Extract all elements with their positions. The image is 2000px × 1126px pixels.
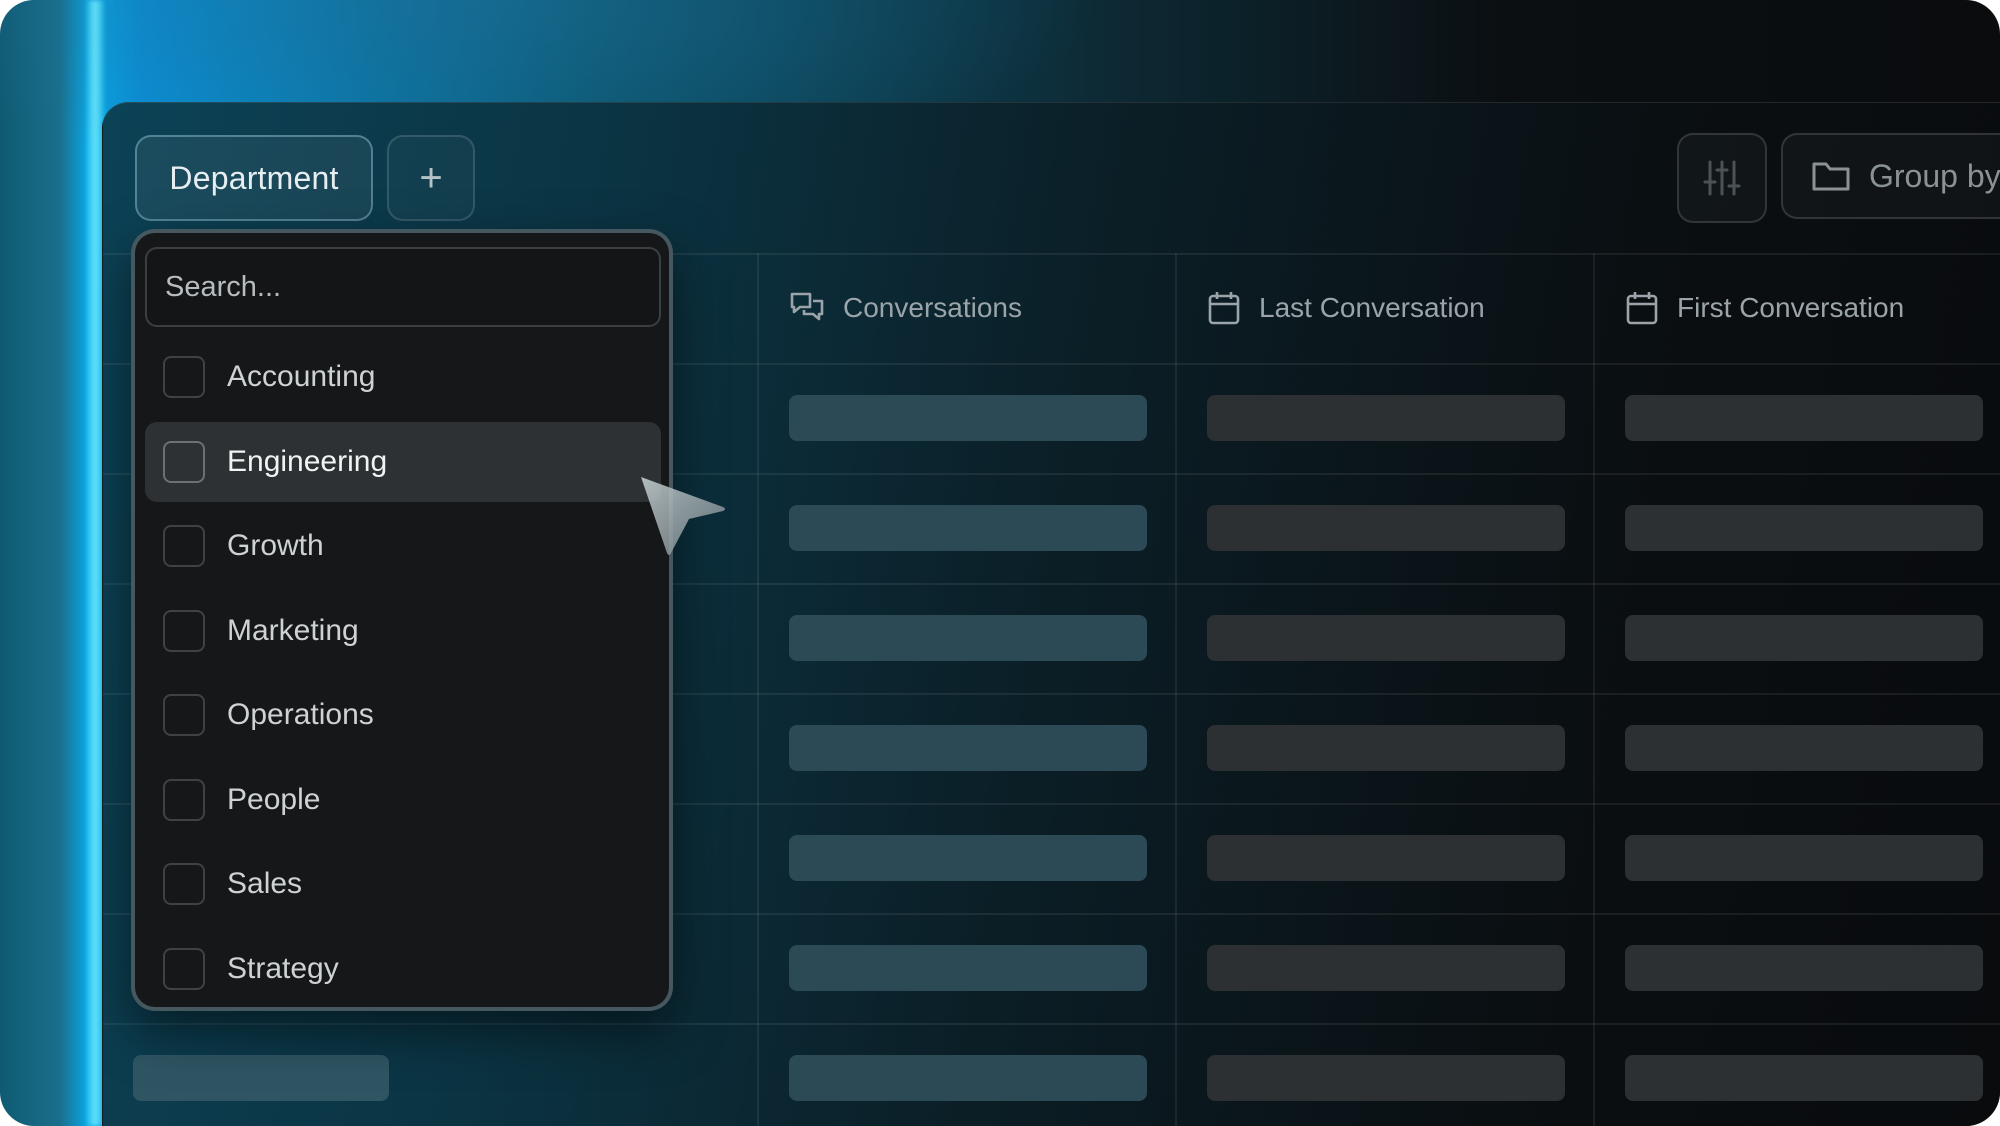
chat-bubbles-icon — [790, 292, 824, 321]
department-filter-label: Department — [169, 159, 339, 196]
department-dropdown: Accounting Engineering Growth Marketing Oper… — [131, 229, 673, 1011]
grid-line — [103, 1023, 2000, 1025]
department-filter-button[interactable]: Department — [135, 135, 373, 221]
option-marketing[interactable]: Marketing — [145, 591, 661, 671]
filter-settings-button[interactable] — [1677, 133, 1767, 223]
grid-line — [757, 253, 759, 1126]
option-operations[interactable]: Operations — [145, 675, 661, 755]
group-by-label: Group by — [1869, 157, 2000, 194]
skeleton-cell — [789, 945, 1147, 991]
option-sales[interactable]: Sales — [145, 844, 661, 924]
option-label: Engineering — [227, 444, 388, 478]
option-engineering[interactable]: Engineering — [145, 421, 661, 502]
skeleton-cell — [789, 395, 1147, 441]
add-filter-button[interactable]: + — [387, 135, 475, 221]
skeleton-cell — [789, 725, 1147, 771]
checkbox[interactable] — [163, 440, 205, 483]
column-header-conversations[interactable]: Conversations — [789, 253, 1022, 363]
checkbox[interactable] — [163, 609, 205, 652]
sliders-icon — [1703, 160, 1741, 196]
skeleton-cell — [1207, 505, 1565, 551]
option-accounting[interactable]: Accounting — [145, 337, 661, 417]
checkbox[interactable] — [163, 778, 205, 821]
app-window: Department + Group by Conversations Last… — [102, 102, 2000, 1126]
skeleton-cell — [1207, 615, 1565, 661]
skeleton-cell — [789, 615, 1147, 661]
folder-icon — [1812, 162, 1850, 191]
skeleton-cell — [1207, 1055, 1565, 1101]
skeleton-cell — [1625, 835, 1983, 881]
column-header-label: Conversations — [843, 292, 1022, 323]
skeleton-cell — [1625, 505, 1983, 551]
skeleton-cell — [1207, 725, 1565, 771]
checkbox[interactable] — [163, 947, 205, 990]
option-growth[interactable]: Growth — [145, 506, 661, 586]
option-label: Strategy — [227, 951, 339, 985]
skeleton-cell — [133, 1055, 389, 1101]
option-label: Marketing — [227, 613, 359, 647]
option-label: Accounting — [227, 360, 376, 393]
option-label: Operations — [227, 698, 374, 731]
skeleton-cell — [1207, 945, 1565, 991]
grid-line — [1593, 253, 1595, 1126]
option-label: People — [227, 782, 321, 816]
checkbox[interactable] — [163, 356, 205, 398]
option-strategy[interactable]: Strategy — [145, 929, 661, 1009]
calendar-icon — [1626, 292, 1658, 325]
skeleton-cell — [1207, 835, 1565, 881]
option-people[interactable]: People — [145, 760, 661, 840]
skeleton-cell — [1207, 395, 1565, 441]
skeleton-cell — [1625, 945, 1983, 991]
background-frame: Department + Group by Conversations Last… — [0, 0, 2000, 1126]
group-by-button[interactable]: Group by — [1781, 133, 2000, 219]
skeleton-cell — [1625, 725, 1983, 771]
skeleton-cell — [789, 505, 1147, 551]
checkbox[interactable] — [163, 525, 205, 567]
column-header-first-conversation[interactable]: First Conversation — [1625, 253, 1904, 363]
plus-icon: + — [419, 155, 443, 200]
column-header-last-conversation[interactable]: Last Conversation — [1207, 253, 1485, 363]
grid-line — [1175, 253, 1177, 1126]
skeleton-cell — [789, 1055, 1147, 1101]
calendar-icon — [1208, 292, 1240, 325]
checkbox[interactable] — [163, 863, 205, 905]
skeleton-cell — [1625, 395, 1983, 441]
skeleton-cell — [1625, 615, 1983, 661]
column-header-label: Last Conversation — [1259, 292, 1485, 323]
option-label: Sales — [227, 867, 303, 900]
option-label: Growth — [227, 529, 324, 562]
checkbox[interactable] — [163, 694, 205, 736]
cursor-arrow-icon — [641, 477, 725, 555]
search-input[interactable] — [145, 247, 661, 327]
column-header-label: First Conversation — [1677, 292, 1905, 323]
skeleton-cell — [1625, 1055, 1983, 1101]
skeleton-cell — [789, 835, 1147, 881]
